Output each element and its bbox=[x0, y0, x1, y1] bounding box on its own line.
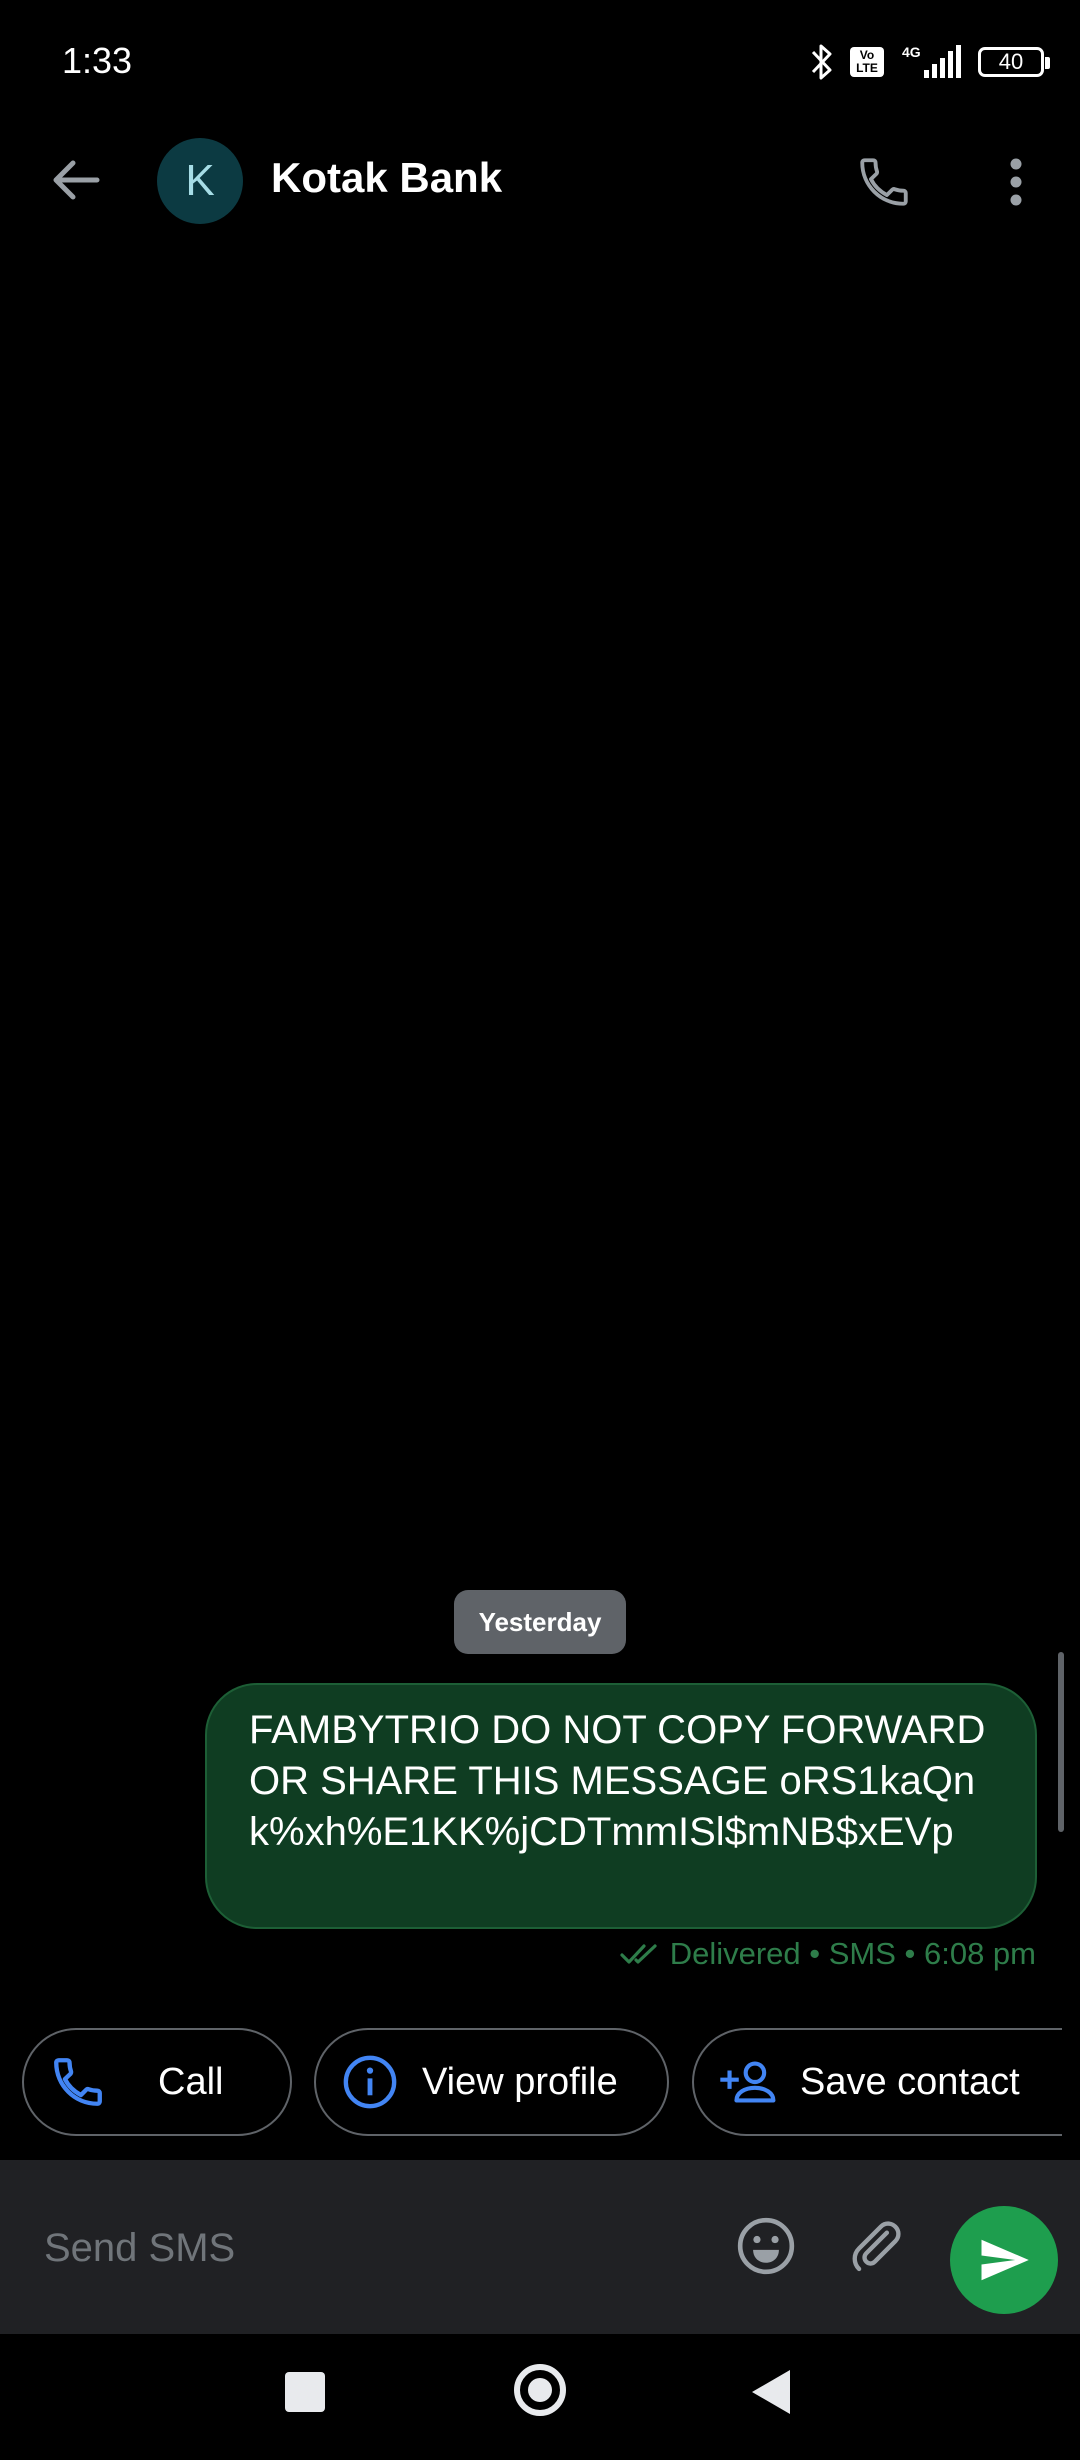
call-chip[interactable]: Call bbox=[22, 2028, 292, 2136]
call-button[interactable] bbox=[848, 146, 920, 218]
view-profile-chip-label: View profile bbox=[422, 2060, 618, 2103]
svg-text:4G: 4G bbox=[902, 44, 921, 60]
paperclip-icon bbox=[852, 2221, 901, 2272]
more-options-button[interactable] bbox=[990, 146, 1042, 218]
system-back-button[interactable] bbox=[752, 2370, 790, 2414]
signal-icon: 4G bbox=[900, 44, 962, 80]
emoji-button[interactable] bbox=[730, 2210, 802, 2282]
attach-button[interactable] bbox=[840, 2210, 912, 2282]
add-person-icon bbox=[718, 2052, 778, 2112]
volte-icon: Vo LTE bbox=[850, 47, 884, 77]
recents-button[interactable] bbox=[285, 2372, 325, 2412]
date-divider: Yesterday bbox=[454, 1590, 626, 1654]
compose-bar bbox=[0, 2160, 1080, 2334]
save-contact-chip-label: Save contact bbox=[800, 2060, 1020, 2103]
emoji-icon bbox=[737, 2217, 795, 2275]
send-button[interactable] bbox=[950, 2206, 1058, 2314]
system-nav-bar bbox=[0, 2334, 1080, 2460]
bluetooth-icon bbox=[810, 42, 834, 82]
home-button[interactable] bbox=[514, 2364, 566, 2416]
message-input[interactable] bbox=[42, 2210, 686, 2286]
battery-icon: 40 bbox=[978, 47, 1050, 77]
status-bar: 1:33 Vo LTE 4G 40 bbox=[0, 0, 1080, 128]
save-contact-chip[interactable]: Save contact bbox=[692, 2028, 1062, 2136]
suggestion-chips: Call View profile Save contact bbox=[0, 2028, 1080, 2138]
messages-screen: 1:33 Vo LTE 4G 40 K Kotak Bank Yesterday… bbox=[0, 0, 1080, 2460]
status-time: 1:33 bbox=[62, 40, 133, 81]
message-status-text: Delivered • SMS • 6:08 pm bbox=[669, 1936, 1036, 1971]
info-icon bbox=[340, 2052, 400, 2112]
message-text: FAMBYTRIO DO NOT COPY FORWARD OR SHARE T… bbox=[249, 1708, 997, 1854]
send-icon bbox=[981, 2239, 1029, 2281]
double-check-icon bbox=[620, 1944, 657, 1964]
call-chip-label: Call bbox=[158, 2060, 224, 2103]
phone-icon bbox=[48, 2052, 108, 2112]
message-bubble[interactable]: FAMBYTRIO DO NOT COPY FORWARD OR SHARE T… bbox=[205, 1683, 1037, 1929]
avatar[interactable]: K bbox=[157, 138, 243, 224]
view-profile-chip[interactable]: View profile bbox=[314, 2028, 669, 2136]
arrow-back-icon bbox=[53, 160, 100, 200]
scrollbar[interactable] bbox=[1058, 1652, 1064, 1832]
more-vert-icon bbox=[1010, 158, 1022, 206]
status-icons: Vo LTE 4G 40 bbox=[810, 40, 1050, 84]
contact-name[interactable]: Kotak Bank bbox=[271, 154, 502, 202]
app-bar: K Kotak Bank bbox=[0, 128, 1080, 232]
message-status: Delivered • SMS • 6:08 pm bbox=[620, 1936, 1036, 1972]
phone-icon bbox=[860, 158, 908, 206]
back-button[interactable] bbox=[36, 150, 116, 210]
